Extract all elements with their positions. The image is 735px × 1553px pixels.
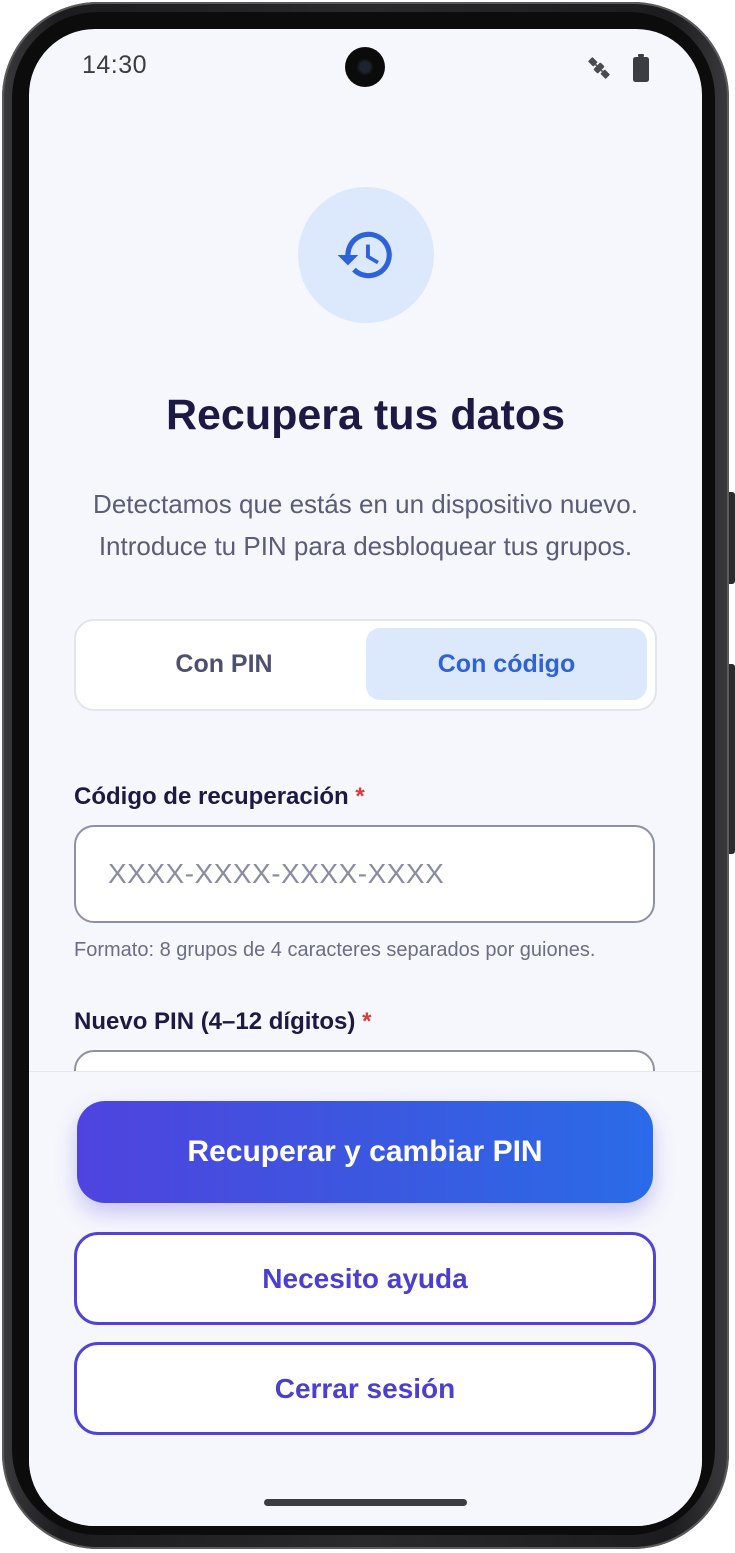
new-pin-label: Nuevo PIN (4–12 dígitos) * — [74, 1008, 371, 1036]
recovery-code-label-text: Código de recuperación — [74, 783, 349, 810]
required-mark: * — [362, 1008, 372, 1035]
recovery-method-toggle: Con PIN Con código — [74, 619, 657, 711]
history-icon — [337, 231, 392, 279]
page-title: Recupera tus datos — [165, 391, 566, 439]
new-pin-field[interactable] — [74, 1050, 655, 1071]
volume-up-button — [729, 492, 735, 584]
new-pin-input[interactable] — [76, 1052, 608, 1071]
need-help-button[interactable]: Necesito ayuda — [74, 1232, 656, 1325]
required-mark: * — [355, 783, 365, 810]
power-button — [729, 664, 735, 854]
page-subtitle: Detectamos que estás en un dispositivo n… — [93, 489, 638, 561]
recovery-form-scroll[interactable]: Recupera tus datos Detectamos que estás … — [29, 105, 702, 1071]
tab-con-codigo[interactable]: Con código — [366, 628, 647, 700]
phone-device: 14:30 Recupera tus datos Detectamos que … — [0, 0, 735, 1553]
front-camera — [345, 47, 385, 87]
recover-and-change-pin-button[interactable]: Recuperar y cambiar PIN — [77, 1101, 653, 1203]
recovery-code-helper: Formato: 8 grupos de 4 caracteres separa… — [74, 939, 596, 961]
tab-con-pin[interactable]: Con PIN — [83, 628, 365, 700]
status-time: 14:30 — [82, 51, 148, 79]
screen: 14:30 Recupera tus datos Detectamos que … — [29, 29, 702, 1526]
satellite-icon — [588, 57, 610, 79]
battery-icon — [633, 54, 649, 82]
recovery-code-input[interactable] — [76, 827, 608, 921]
new-pin-label-text: Nuevo PIN (4–12 dígitos) — [74, 1008, 356, 1035]
home-indicator[interactable] — [264, 1499, 467, 1506]
logout-button[interactable]: Cerrar sesión — [74, 1342, 656, 1435]
action-panel: Recuperar y cambiar PIN Necesito ayuda C… — [29, 1071, 702, 1526]
hero-icon-circle — [298, 187, 434, 323]
recovery-code-label: Código de recuperación * — [74, 783, 365, 811]
recovery-code-field[interactable] — [74, 825, 655, 923]
status-bar: 14:30 — [29, 29, 702, 105]
